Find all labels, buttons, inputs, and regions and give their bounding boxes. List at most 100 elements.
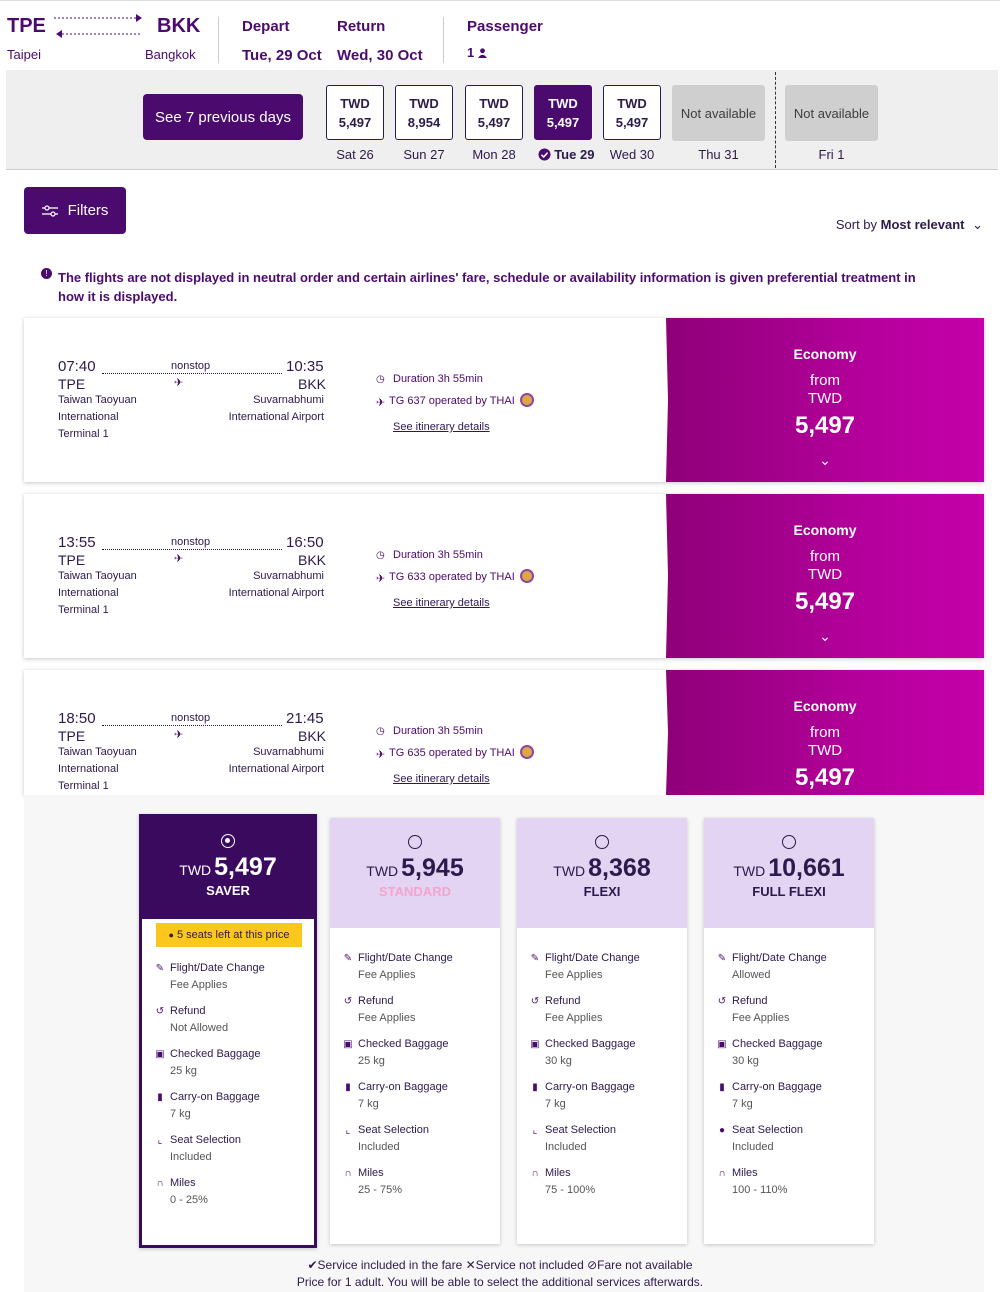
fare-feature: ↺ Refund Fee Applies <box>717 995 790 1024</box>
itinerary-details-link[interactable]: See itinerary details <box>393 421 490 433</box>
selected-date-label: Tue 29 <box>534 147 598 162</box>
date-card-tue-29-selected[interactable]: TWD 5,497 <box>534 85 592 140</box>
filters-button[interactable]: Filters <box>24 187 126 234</box>
fare-feature: ⌞ Seat Selection Included <box>154 1132 304 1166</box>
route-header: TPE Taipei BKK Bangkok Depart Tue, 29 Oc… <box>0 0 1000 70</box>
plane-icon: ✈ <box>174 377 184 389</box>
fare-radio[interactable] <box>782 835 796 849</box>
fare-price: TWD 5,497 <box>179 853 277 881</box>
currency-label: TWD <box>807 566 843 583</box>
fare-name: FULL FLEXI <box>752 884 826 899</box>
date-card-fri-1-unavailable: Not available <box>785 85 878 141</box>
date-card-thu-31-unavailable: Not available <box>672 85 765 141</box>
checked-baggage-icon: ▣ <box>530 1039 540 1050</box>
flight-card[interactable]: 13:55 nonstop 16:50 TPE ✈ BKK Taiwan Tao… <box>24 494 984 658</box>
fare-header: TWD 5,945 STANDARD <box>330 818 500 928</box>
departure-code: TPE <box>58 728 86 744</box>
seat-dot-icon: ● <box>718 1125 726 1136</box>
fare-card-saver[interactable]: TWD 5,497 SAVER ● 5 seats left at this pr… <box>139 814 317 1248</box>
bell-icon: ● <box>168 930 174 940</box>
sort-dropdown[interactable]: Sort by Most relevant ⌄ <box>836 217 983 233</box>
fare-feature: ✎ Flight/Date Change Fee Applies <box>155 962 265 991</box>
see-previous-days-button[interactable]: See 7 previous days <box>143 94 303 140</box>
itinerary-details-link[interactable]: See itinerary details <box>393 597 490 609</box>
clock-icon: ◷ <box>376 726 385 737</box>
fare-feature: ▮ Carry-on Baggage 7 kg <box>529 1079 679 1113</box>
fare-radio-selected[interactable] <box>221 834 235 848</box>
flight-card[interactable]: 07:40 nonstop 10:35 TPE ✈ BKK Taiwan Tao… <box>24 318 984 482</box>
flight-card-expanded[interactable]: 18:50 nonstop 21:45 TPE ✈ BKK Taiwan Tao… <box>24 670 984 795</box>
origin-city: Taipei <box>7 47 41 62</box>
fare-card-flexi[interactable]: TWD 8,368 FLEXI ✎ Flight/Date Change Fee Ap… <box>517 818 687 1244</box>
itinerary-details-link[interactable]: See itinerary details <box>393 773 490 785</box>
clock-icon: ◷ <box>376 374 385 385</box>
fare-radio[interactable] <box>595 835 609 849</box>
departure-time: 18:50 <box>58 710 96 727</box>
carry-on-bag-icon: ▮ <box>532 1082 538 1093</box>
fare-feature: ∩ Miles 75 - 100% <box>529 1165 679 1199</box>
check-icon: ✔ <box>307 1258 318 1272</box>
fare-feature: ∩ Miles 0 - 25% <box>154 1175 304 1209</box>
currency-label: TWD <box>807 742 843 759</box>
economy-price-panel[interactable]: Economy from TWD 5,497 <box>666 670 984 795</box>
refund-icon: ↺ <box>343 996 353 1007</box>
fare-card-full-flexi[interactable]: TWD 10,661 FULL FLEXI ✎ Flight/Date Change… <box>704 818 874 1244</box>
return-date[interactable]: Wed, 30 Oct <box>337 47 423 64</box>
ranking-notice: The flights are not displayed in neutral… <box>58 270 916 304</box>
dest-city: Bangkok <box>145 47 196 62</box>
date-card-mon-28[interactable]: TWD 5,497 <box>465 85 523 140</box>
plane-icon: ✈ <box>174 729 184 741</box>
date-card-sat-26[interactable]: TWD 5,497 <box>326 85 384 140</box>
arrival-code: BKK <box>298 728 327 744</box>
economy-price-panel[interactable]: Economy from TWD 5,497 ⌄ <box>666 494 984 658</box>
depart-date[interactable]: Tue, 29 Oct <box>242 47 322 64</box>
fare-feature: ⌞ Seat Selection Included <box>529 1122 679 1156</box>
fare-feature: ∩ Miles 25 - 75% <box>342 1165 492 1199</box>
fare-price: TWD 5,945 <box>366 854 464 882</box>
price-note: Price for 1 adult. You will be able to s… <box>296 1275 704 1289</box>
fare-card-standard[interactable]: TWD 5,945 STANDARD ✎ Flight/Date Change Fee… <box>330 818 500 1244</box>
fare-radio[interactable] <box>408 835 422 849</box>
seat-icon: ⌞ <box>532 1125 538 1136</box>
refund-icon: ↺ <box>530 996 540 1007</box>
pencil-icon: ✎ <box>155 963 165 974</box>
pencil-icon: ✎ <box>530 953 540 964</box>
carry-on-bag-icon: ▮ <box>345 1082 351 1093</box>
fare-feature: ▣ Checked Baggage 30 kg <box>530 1038 636 1067</box>
fare-feature: ▮ Carry-on Baggage 7 kg <box>342 1079 492 1113</box>
date-label: Thu 31 <box>698 147 739 162</box>
dest-code: BKK <box>157 15 201 37</box>
sort-value: Most relevant <box>880 217 965 232</box>
from-label: from <box>810 372 840 389</box>
date-card-wed-30[interactable]: TWD 5,497 <box>603 85 661 140</box>
economy-price-panel[interactable]: Economy from TWD 5,497 ⌄ <box>666 318 984 482</box>
fare-feature: ∩ Miles 100 - 110% <box>716 1165 866 1199</box>
from-label: from <box>810 724 840 741</box>
fare-feature: ✎ Flight/Date Change Allowed <box>717 952 827 981</box>
person-icon <box>477 48 487 58</box>
cabin-label: Economy <box>793 522 857 538</box>
arrival-airport: Suvarnabhumi International Airport <box>228 570 324 599</box>
departure-airport: Taiwan Taoyuan International Terminal 1 <box>58 570 137 616</box>
chevron-down-icon[interactable]: ⌄ <box>666 452 984 469</box>
arrival-time: 10:35 <box>286 358 324 375</box>
pencil-icon: ✎ <box>343 953 353 964</box>
fare-name: STANDARD <box>379 884 451 899</box>
date-card-sun-27[interactable]: TWD 8,954 <box>395 85 453 140</box>
thai-airways-logo-icon <box>520 569 534 583</box>
miles-icon: ∩ <box>718 1168 726 1179</box>
chevron-down-icon[interactable]: ⌄ <box>666 628 984 645</box>
economy-price: 5,497 <box>794 588 856 615</box>
fare-name: FLEXI <box>583 884 621 899</box>
operated-by: TG 633 operated by THAI <box>389 571 515 583</box>
date-label: Sun 27 <box>403 147 445 162</box>
sort-prefix: Sort by <box>835 217 878 232</box>
depart-label: Depart <box>242 18 290 35</box>
flight-duration: Duration 3h 55min <box>393 549 483 561</box>
currency-label: TWD <box>807 390 843 407</box>
date-label: Sat 26 <box>336 147 374 162</box>
fare-feature: ↺ Refund Fee Applies <box>343 995 416 1024</box>
passenger-count[interactable]: 1 <box>467 45 487 60</box>
miles-icon: ∩ <box>344 1168 352 1179</box>
fare-feature: ▮ Carry-on Baggage 7 kg <box>716 1079 866 1113</box>
